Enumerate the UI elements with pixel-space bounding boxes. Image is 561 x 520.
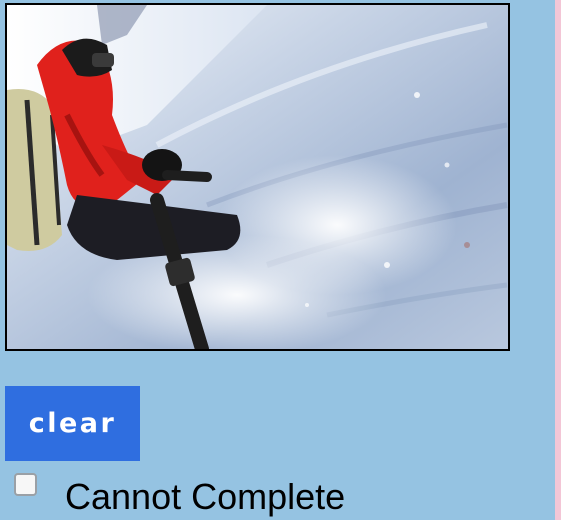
photo: [5, 3, 510, 351]
cannot-complete-checkbox[interactable]: [14, 473, 37, 496]
cannot-complete-label[interactable]: Cannot Complete: [65, 470, 345, 520]
clear-button[interactable]: clear: [5, 386, 140, 461]
task-panel: clear Cannot Complete: [0, 0, 555, 520]
skier-photo-illustration: [7, 5, 508, 349]
cannot-complete-row: Cannot Complete: [14, 470, 345, 520]
